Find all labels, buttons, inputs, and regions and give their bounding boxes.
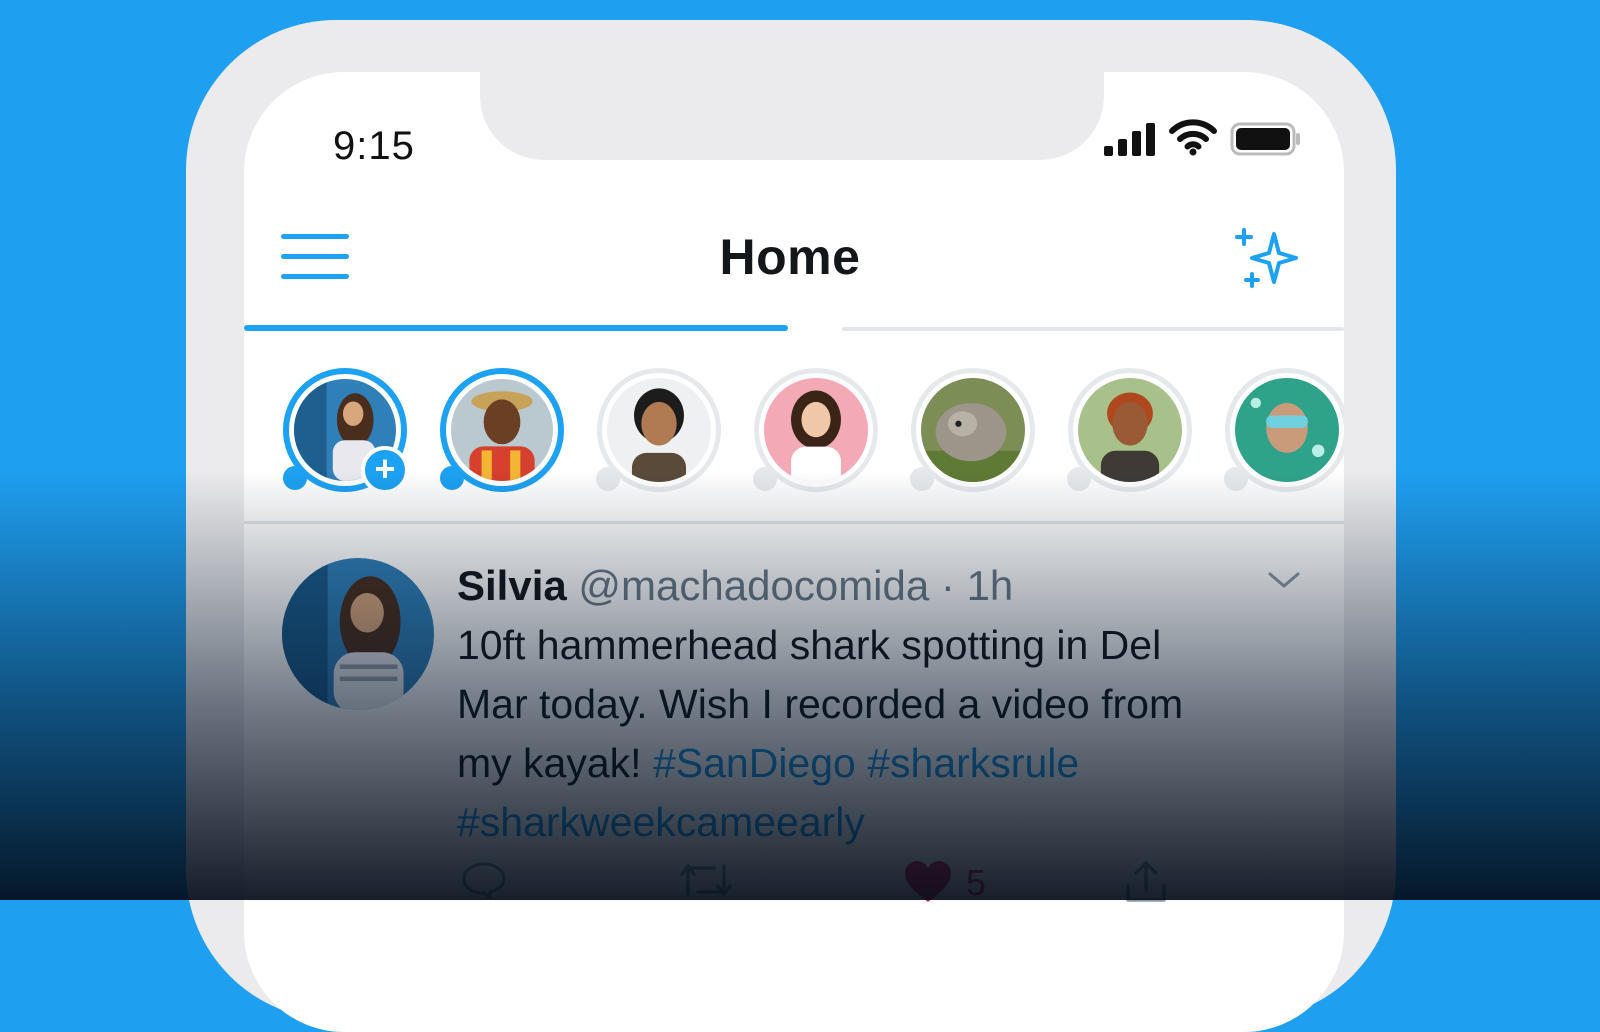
chevron-down-icon[interactable] <box>1266 568 1302 592</box>
story-tail <box>283 466 307 490</box>
retweet-icon[interactable] <box>678 860 734 900</box>
tweet-time[interactable]: 1h <box>967 562 1014 609</box>
story-tail <box>596 467 620 491</box>
stories-row: + <box>244 340 1344 520</box>
author-handle[interactable]: @machadocomida <box>578 562 929 609</box>
story-avatar <box>1078 378 1182 482</box>
tweet-text-line: #sharkweekcameearly <box>457 793 1337 852</box>
wifi-icon <box>1169 119 1217 156</box>
story-tail <box>1067 467 1091 491</box>
signal-icon <box>1104 123 1155 156</box>
page-title: Home <box>719 229 861 285</box>
tweet-text-line: Mar today. Wish I recorded a video from <box>457 681 1184 727</box>
story-2[interactable] <box>440 368 564 492</box>
story-avatar <box>921 378 1025 482</box>
like-count: 5 <box>966 862 987 903</box>
stories-divider <box>244 521 1344 524</box>
menu-icon[interactable] <box>279 230 351 284</box>
story-tail <box>910 467 934 491</box>
header-separator: · <box>940 562 955 609</box>
story-5[interactable] <box>910 368 1035 492</box>
tab-secondary-indicator[interactable] <box>842 327 1344 331</box>
story-avatar <box>607 378 711 482</box>
tweet-text-line: my kayak! #SanDiego #sharksrule <box>457 734 1337 793</box>
status-time: 9:15 <box>333 124 415 168</box>
tab-home-active-indicator[interactable] <box>244 325 788 331</box>
share-icon[interactable] <box>1124 860 1168 904</box>
hashtag-link[interactable]: #SanDiego <box>653 740 856 786</box>
hashtag-link[interactable]: #sharksrule <box>867 740 1079 786</box>
tweet-text-line: 10ft hammerhead shark spotting in Del <box>457 622 1162 668</box>
tweet-author-avatar[interactable] <box>282 558 434 710</box>
tweet-text-segment: my kayak! <box>457 740 642 786</box>
story-tail <box>753 467 777 491</box>
story-6[interactable] <box>1067 368 1192 492</box>
phone-notch <box>480 60 1104 160</box>
story-own[interactable]: + <box>283 368 409 494</box>
story-4[interactable] <box>753 368 878 492</box>
author-name[interactable]: Silvia <box>457 562 567 609</box>
battery-icon <box>1230 122 1300 156</box>
like-icon[interactable] <box>903 860 953 904</box>
sparkle-icon[interactable] <box>1232 222 1304 294</box>
tweet-text: 10ft hammerhead shark spotting in Del Ma… <box>457 616 1337 852</box>
story-avatar <box>451 379 553 481</box>
phone-screen <box>244 72 1344 1032</box>
story-avatar <box>1235 378 1339 482</box>
story-3[interactable] <box>596 368 721 492</box>
story-avatar <box>764 378 868 482</box>
story-7[interactable] <box>1224 368 1344 492</box>
hashtag-link[interactable]: #sharkweekcameearly <box>457 799 865 845</box>
add-story-button[interactable]: + <box>361 446 409 494</box>
tweet-header: Silvia @machadocomida · 1h <box>457 562 1013 610</box>
reply-icon[interactable] <box>460 860 508 900</box>
story-tail <box>1224 467 1248 491</box>
story-tail <box>440 466 464 490</box>
